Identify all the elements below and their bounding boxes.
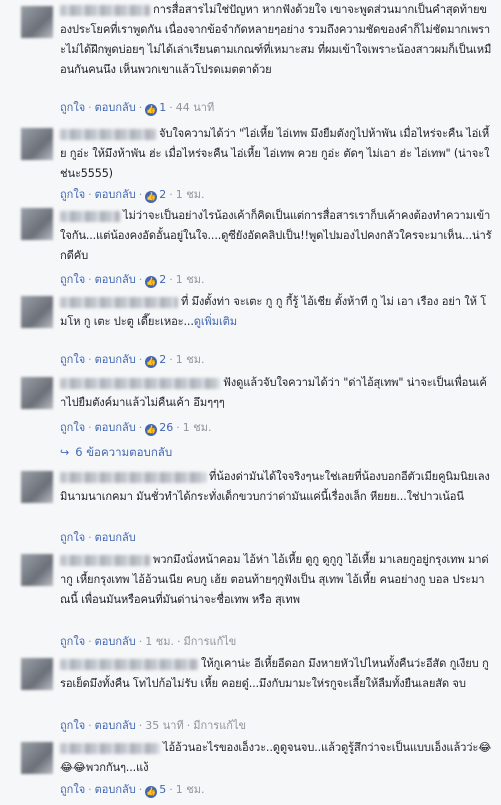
commenter-name[interactable]	[60, 296, 178, 308]
reply-button[interactable]: ตอบกลับ	[95, 353, 136, 366]
commenter-name[interactable]	[60, 128, 156, 140]
comment-actions: ถูกใจ · ตอบกลับ · 👍 5 · 1 ชม.	[60, 783, 205, 798]
timestamp[interactable]: 44 นาที	[176, 101, 214, 114]
avatar[interactable]	[21, 6, 53, 38]
like-button[interactable]: ถูกใจ	[60, 531, 85, 544]
comment-actions: ถูกใจ · ตอบกลับ · 👍 2 · 1 ชม.	[60, 273, 205, 288]
timestamp[interactable]: 35 นาที	[145, 719, 183, 732]
comment-actions: ถูกใจ · ตอบกลับ · 👍 26 · 1 ชม.	[60, 421, 212, 436]
timestamp[interactable]: 1 ชม.	[176, 273, 205, 286]
thumbs-up-icon: 👍	[145, 424, 158, 436]
timestamp[interactable]: 1 ชม.	[183, 421, 212, 434]
like-button[interactable]: ถูกใจ	[60, 353, 85, 366]
comment-actions: ถูกใจ · ตอบกลับ · 👍 2 · 1 ชม.	[60, 188, 205, 203]
like-button[interactable]: ถูกใจ	[60, 101, 85, 114]
commenter-name[interactable]	[60, 4, 150, 16]
avatar[interactable]	[21, 471, 53, 503]
reply-arrow-icon: ↪	[60, 446, 70, 459]
see-more-link[interactable]: ดูเพิ่มเติม	[194, 315, 237, 328]
timestamp[interactable]: 1 ชม.	[176, 783, 205, 796]
thumbs-up-icon: 👍	[145, 356, 158, 368]
commenter-name[interactable]	[60, 210, 120, 222]
thumbs-up-icon: 👍	[145, 191, 158, 203]
comment-actions: ถูกใจ · ตอบกลับ · 35 นาที · มีการแก้ไข	[60, 719, 247, 732]
avatar[interactable]	[21, 658, 53, 690]
reply-button[interactable]: ตอบกลับ	[95, 101, 136, 114]
thumbs-up-icon: 👍	[145, 786, 158, 798]
like-button[interactable]: ถูกใจ	[60, 635, 85, 648]
reply-button[interactable]: ตอบกลับ	[95, 783, 136, 796]
comment-text: ไม่ว่าจะเป็นอย่างไรน้องเค้าก็คิดเป็นแต่ก…	[60, 209, 492, 262]
like-button[interactable]: ถูกใจ	[60, 783, 85, 796]
timestamp[interactable]: 1 ชม.	[176, 353, 205, 366]
timestamp[interactable]: 1 ชม.	[176, 188, 205, 201]
avatar[interactable]	[21, 208, 53, 240]
like-button[interactable]: ถูกใจ	[60, 421, 85, 434]
comment-actions: ถูกใจ · ตอบกลับ	[60, 531, 136, 544]
edited-label[interactable]: มีการแก้ไข	[193, 719, 246, 732]
comment-actions: ถูกใจ · ตอบกลับ · 👍 1 · 44 นาที	[60, 101, 215, 116]
like-count[interactable]: 26	[159, 421, 173, 434]
thumbs-up-icon: 👍	[145, 276, 158, 288]
avatar[interactable]	[21, 742, 53, 774]
reply-button[interactable]: ตอบกลับ	[95, 421, 136, 434]
reply-button[interactable]: ตอบกลับ	[95, 719, 136, 732]
edited-label[interactable]: มีการแก้ไข	[183, 635, 236, 648]
like-button[interactable]: ถูกใจ	[60, 273, 85, 286]
view-replies-link[interactable]: ↪ 6 ข้อความตอบกลับ	[60, 444, 172, 462]
avatar[interactable]	[21, 377, 53, 409]
like-button[interactable]: ถูกใจ	[60, 719, 85, 732]
avatar[interactable]	[21, 296, 53, 328]
reply-button[interactable]: ตอบกลับ	[95, 531, 136, 544]
reply-button[interactable]: ตอบกลับ	[95, 188, 136, 201]
commenter-name[interactable]	[60, 742, 160, 754]
like-button[interactable]: ถูกใจ	[60, 188, 85, 201]
commenter-name[interactable]	[60, 377, 220, 389]
commenter-name[interactable]	[60, 554, 150, 566]
commenter-name[interactable]	[60, 658, 198, 670]
reply-button[interactable]: ตอบกลับ	[95, 635, 136, 648]
comment-actions: ถูกใจ · ตอบกลับ · 👍 2 · 1 ชม.	[60, 353, 205, 368]
timestamp[interactable]: 1 ชม.	[145, 635, 174, 648]
reply-button[interactable]: ตอบกลับ	[95, 273, 136, 286]
commenter-name[interactable]	[60, 471, 206, 483]
comment-actions: ถูกใจ · ตอบกลับ · 1 ชม. · มีการแก้ไข	[60, 635, 237, 648]
avatar[interactable]	[21, 128, 53, 160]
avatar[interactable]	[21, 554, 53, 586]
thumbs-up-icon: 👍	[145, 104, 158, 116]
